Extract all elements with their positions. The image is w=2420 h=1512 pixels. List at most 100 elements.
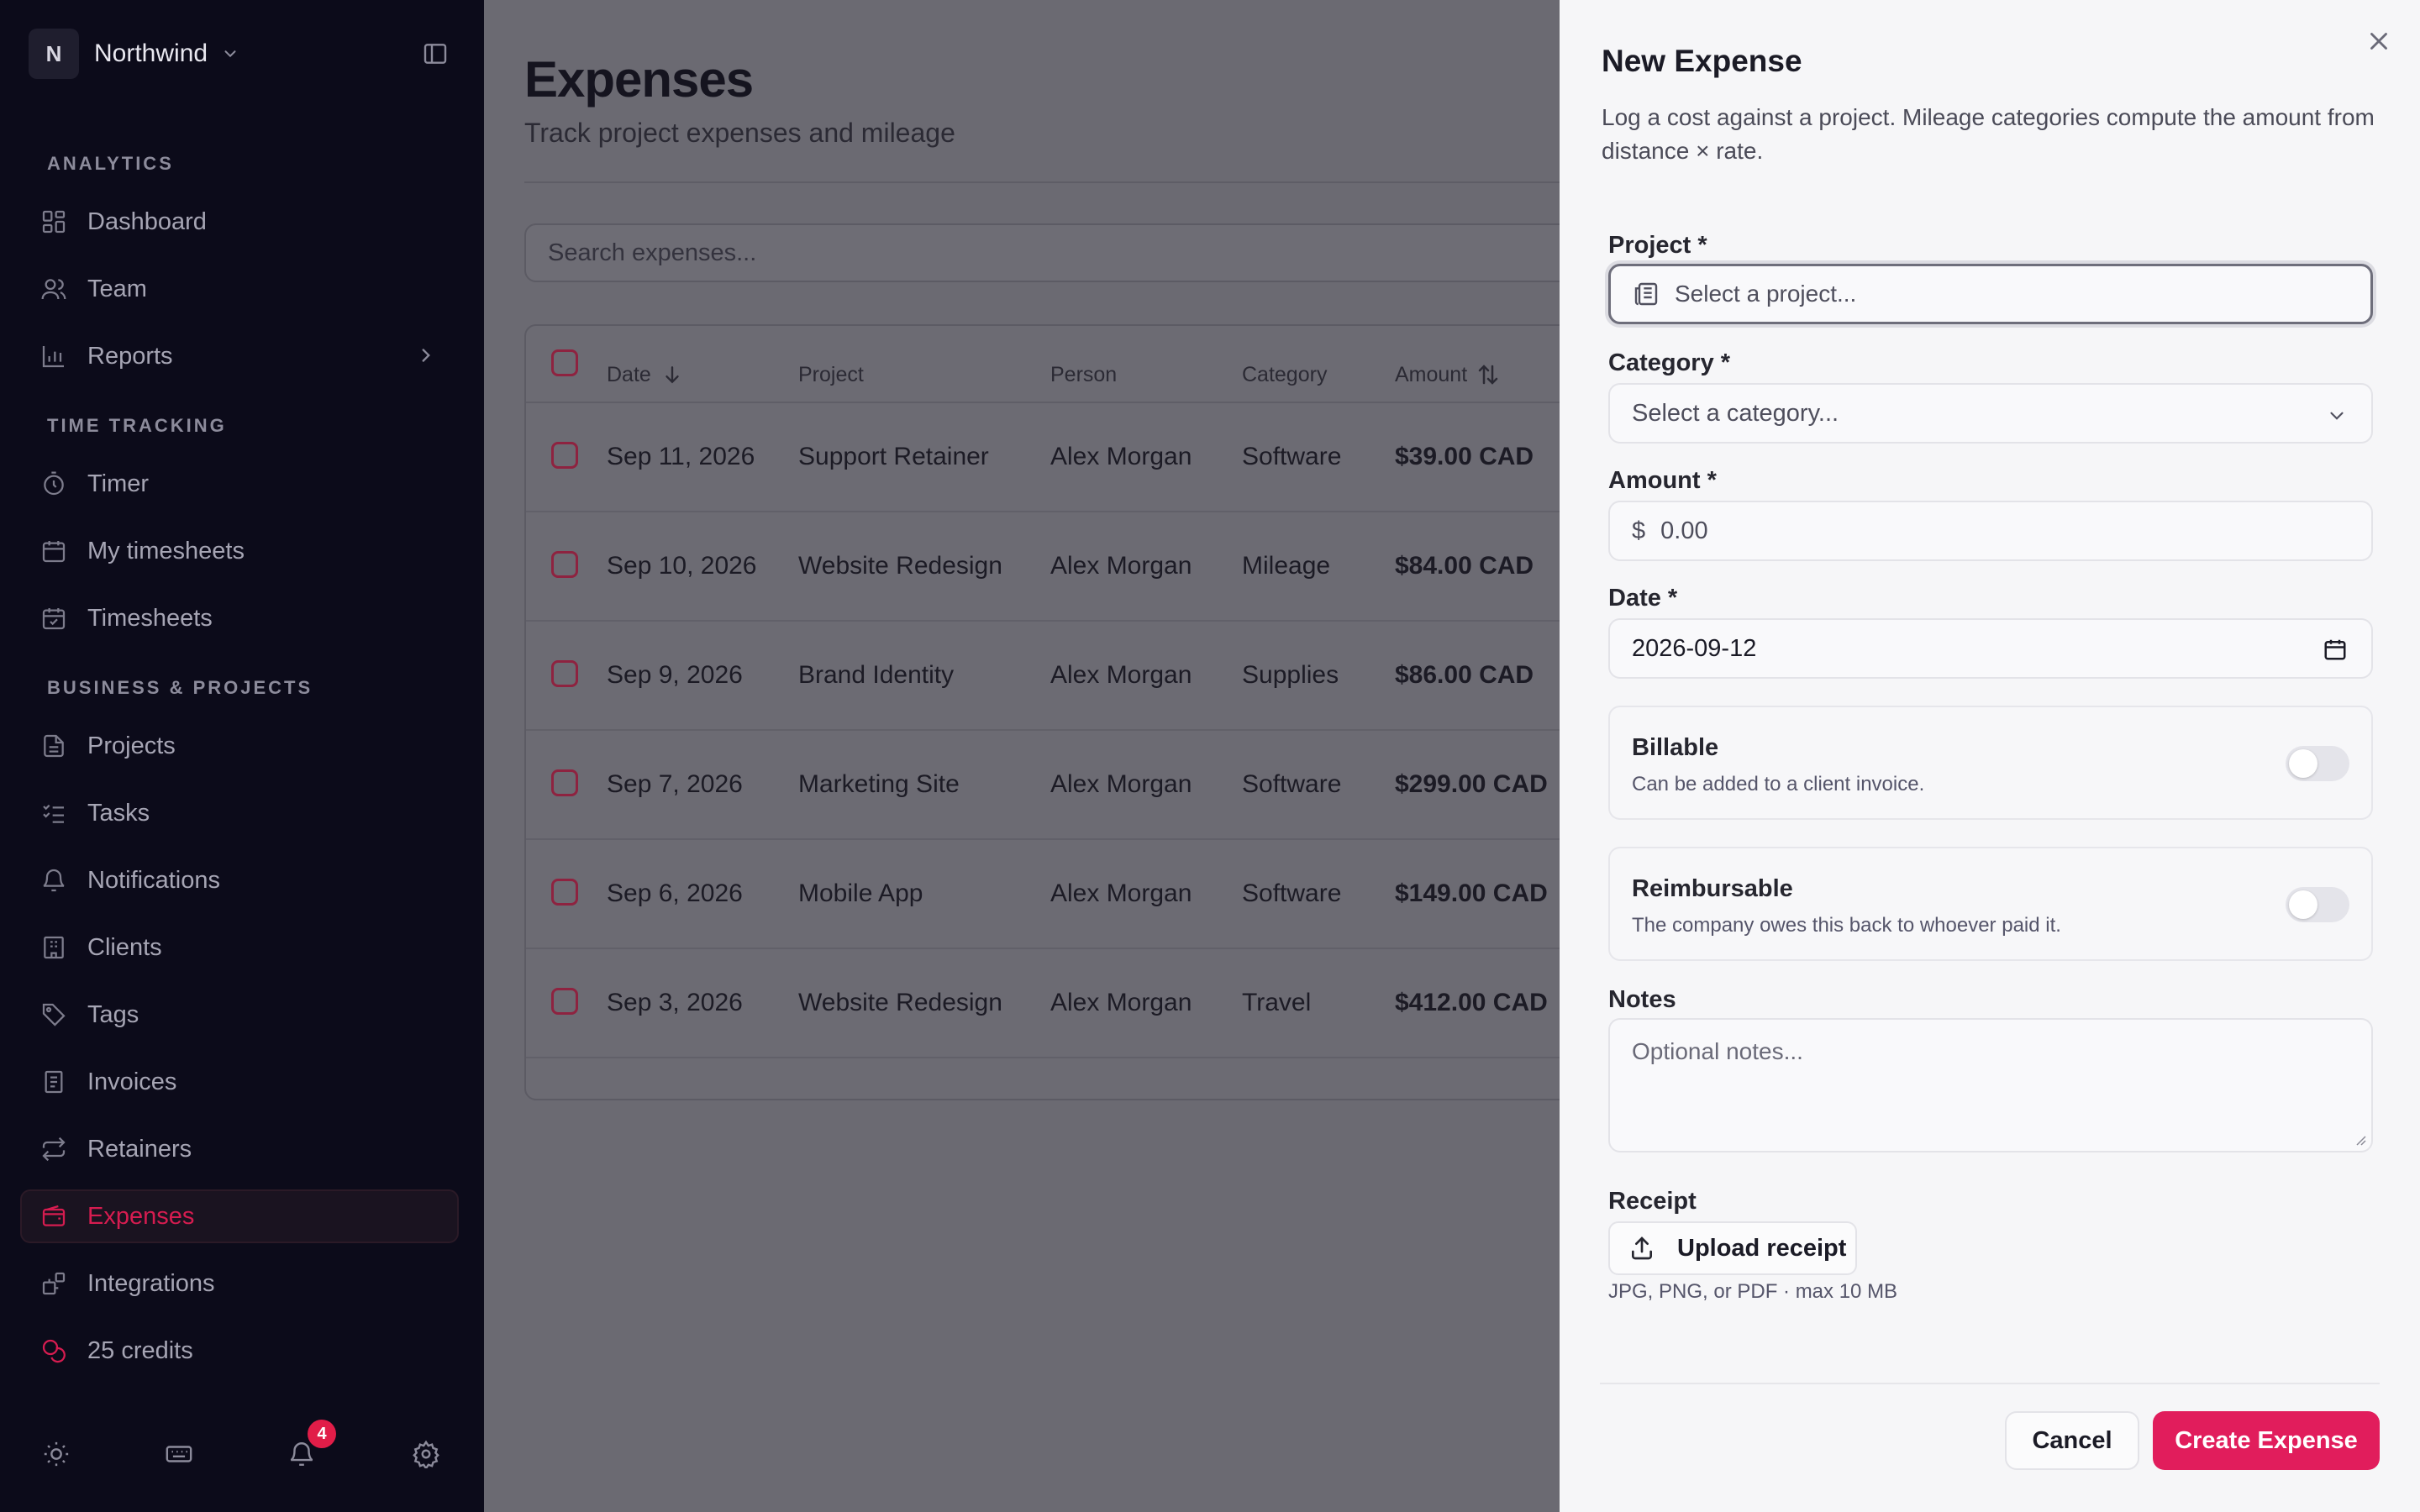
sidebar-item-invoices[interactable]: Invoices (22, 1055, 460, 1109)
table-row[interactable]: Sep 11, 2026 Support Retainer Alex Morga… (526, 403, 1615, 512)
chevron-right-icon (422, 349, 430, 362)
sidebar-item-tags[interactable]: Tags (22, 988, 460, 1042)
cell-person: Alex Morgan (1050, 989, 1192, 1016)
date-label: Date * (1608, 585, 1678, 612)
sidebar-item-retainers[interactable]: Retainers (22, 1122, 460, 1176)
amount-label: Amount * (1608, 467, 1717, 494)
keyboard-icon[interactable] (165, 1440, 193, 1468)
column-header-amount[interactable]: Amount (1395, 349, 1501, 400)
table-row[interactable]: Sep 9, 2026 Brand Identity Alex Morgan S… (526, 622, 1615, 731)
billable-toggle[interactable] (2286, 746, 2349, 781)
cell-date: Sep 9, 2026 (607, 661, 743, 689)
workspace-name: Northwind (94, 39, 208, 67)
row-checkbox[interactable] (551, 660, 578, 687)
create-expense-button[interactable]: Create Expense (2153, 1411, 2380, 1470)
amount-input[interactable]: $ 0.00 (1608, 501, 2373, 561)
workspace-switcher[interactable]: N Northwind (29, 29, 239, 79)
sidebar-item-reports[interactable]: Reports (22, 329, 460, 383)
reimbursable-toggle[interactable] (2286, 887, 2349, 922)
gear-icon[interactable] (412, 1440, 440, 1468)
sidebar-item-projects[interactable]: Projects (22, 719, 460, 773)
sun-icon[interactable] (42, 1440, 71, 1468)
row-checkbox[interactable] (551, 769, 578, 796)
sidebar-item-label: Team (87, 275, 147, 302)
table-row[interactable]: Sep 7, 2026 Marketing Site Alex Morgan S… (526, 731, 1615, 840)
dashboard-icon (42, 210, 66, 234)
reimbursable-title: Reimbursable (1632, 875, 1793, 902)
row-checkbox[interactable] (551, 551, 578, 578)
calendar-icon[interactable] (2323, 637, 2348, 662)
reimbursable-description: The company owes this back to whoever pa… (1632, 914, 2061, 937)
sidebar-item-label: 25 credits (87, 1336, 193, 1364)
notes-placeholder: Optional notes... (1632, 1038, 1803, 1064)
column-header-date[interactable]: Date (607, 349, 683, 400)
close-icon[interactable] (2365, 27, 2393, 55)
coins-icon (42, 1339, 66, 1363)
column-header-person[interactable]: Person (1050, 349, 1117, 400)
page-subtitle: Track project expenses and mileage (524, 118, 955, 148)
sidebar-item-timer[interactable]: Timer (22, 457, 460, 511)
cell-project: Website Redesign (798, 552, 1002, 580)
sidebar-item-label: My timesheets (87, 537, 245, 564)
sidebar-item-credits[interactable]: 25 credits (22, 1324, 460, 1378)
workspace-avatar: N (29, 29, 79, 79)
sidebar-item-label: Timer (87, 470, 150, 497)
sidebar-item-team[interactable]: Team (22, 262, 460, 316)
calendar-check-icon (42, 608, 66, 630)
sidebar-item-notifications[interactable]: Notifications (22, 853, 460, 907)
section-label-analytics: ANALYTICS (47, 153, 174, 174)
column-header-category[interactable]: Category (1242, 349, 1327, 400)
project-select[interactable]: Select a project... (1608, 264, 2373, 324)
billable-description: Can be added to a client invoice. (1632, 773, 1925, 795)
project-label: Project * (1608, 232, 1707, 259)
cell-date: Sep 7, 2026 (607, 770, 743, 798)
sidebar-item-my-timesheets[interactable]: My timesheets (22, 524, 460, 578)
sidebar-item-tasks[interactable]: Tasks (22, 786, 460, 840)
cell-date: Sep 11, 2026 (607, 443, 755, 470)
sidebar-item-label: Retainers (87, 1135, 192, 1163)
search-input[interactable]: Search expenses... (524, 223, 1617, 282)
sidebar-item-timesheets[interactable]: Timesheets (22, 591, 460, 645)
new-expense-drawer: New Expense Log a cost against a project… (1560, 0, 2420, 1512)
sidebar: N Northwind ANALYTICS Dashboard Team Rep… (0, 0, 484, 1512)
wallet-icon (42, 1205, 66, 1226)
notes-textarea[interactable]: Optional notes... (1608, 1018, 2373, 1152)
cell-category: Mileage (1242, 552, 1331, 580)
sidebar-item-label: Reports (87, 342, 173, 370)
category-select[interactable]: Select a category... (1608, 383, 2373, 444)
drawer-title: New Expense (1602, 44, 1802, 78)
table-row[interactable]: Sep 6, 2026 Mobile App Alex Morgan Softw… (526, 840, 1615, 949)
billable-title: Billable (1632, 734, 1719, 761)
category-label: Category * (1608, 349, 1731, 376)
table-row[interactable]: Sep 10, 2026 Website Redesign Alex Morga… (526, 512, 1615, 622)
timer-icon (44, 471, 64, 496)
cancel-button[interactable]: Cancel (2005, 1411, 2139, 1470)
row-checkbox[interactable] (551, 879, 578, 906)
cell-amount: $149.00 CAD (1395, 879, 1548, 907)
cell-category: Software (1242, 443, 1342, 470)
sidebar-item-integrations[interactable]: Integrations (22, 1257, 460, 1310)
row-checkbox[interactable] (551, 442, 578, 469)
cell-person: Alex Morgan (1050, 443, 1192, 470)
sidebar-item-dashboard[interactable]: Dashboard (22, 195, 460, 249)
sidebar-item-clients[interactable]: Clients (22, 921, 460, 974)
column-header-project[interactable]: Project (798, 349, 864, 400)
column-header-label: Amount (1395, 362, 1468, 386)
sidebar-collapse-icon[interactable] (422, 40, 449, 67)
select-all-checkbox[interactable] (551, 349, 578, 376)
cell-category: Software (1242, 770, 1342, 798)
upload-receipt-button[interactable]: Upload receipt (1608, 1221, 1857, 1275)
date-input[interactable]: 2026-09-12 (1608, 618, 2373, 679)
row-checkbox[interactable] (551, 988, 578, 1015)
sidebar-item-label: Timesheets (87, 604, 213, 632)
cell-project: Website Redesign (798, 989, 1002, 1016)
arrow-down-icon (666, 366, 679, 384)
toggle-knob (2289, 890, 2317, 919)
cell-amount: $39.00 CAD (1395, 443, 1534, 470)
project-placeholder: Select a project... (1675, 281, 1857, 307)
newspaper-icon (1634, 282, 1658, 306)
resize-handle-icon[interactable] (2353, 1132, 2366, 1146)
table-row[interactable]: Sep 3, 2026 Website Redesign Alex Morgan… (526, 949, 1615, 1058)
sidebar-item-expenses[interactable]: Expenses (20, 1189, 459, 1243)
cell-project: Marketing Site (798, 770, 960, 798)
